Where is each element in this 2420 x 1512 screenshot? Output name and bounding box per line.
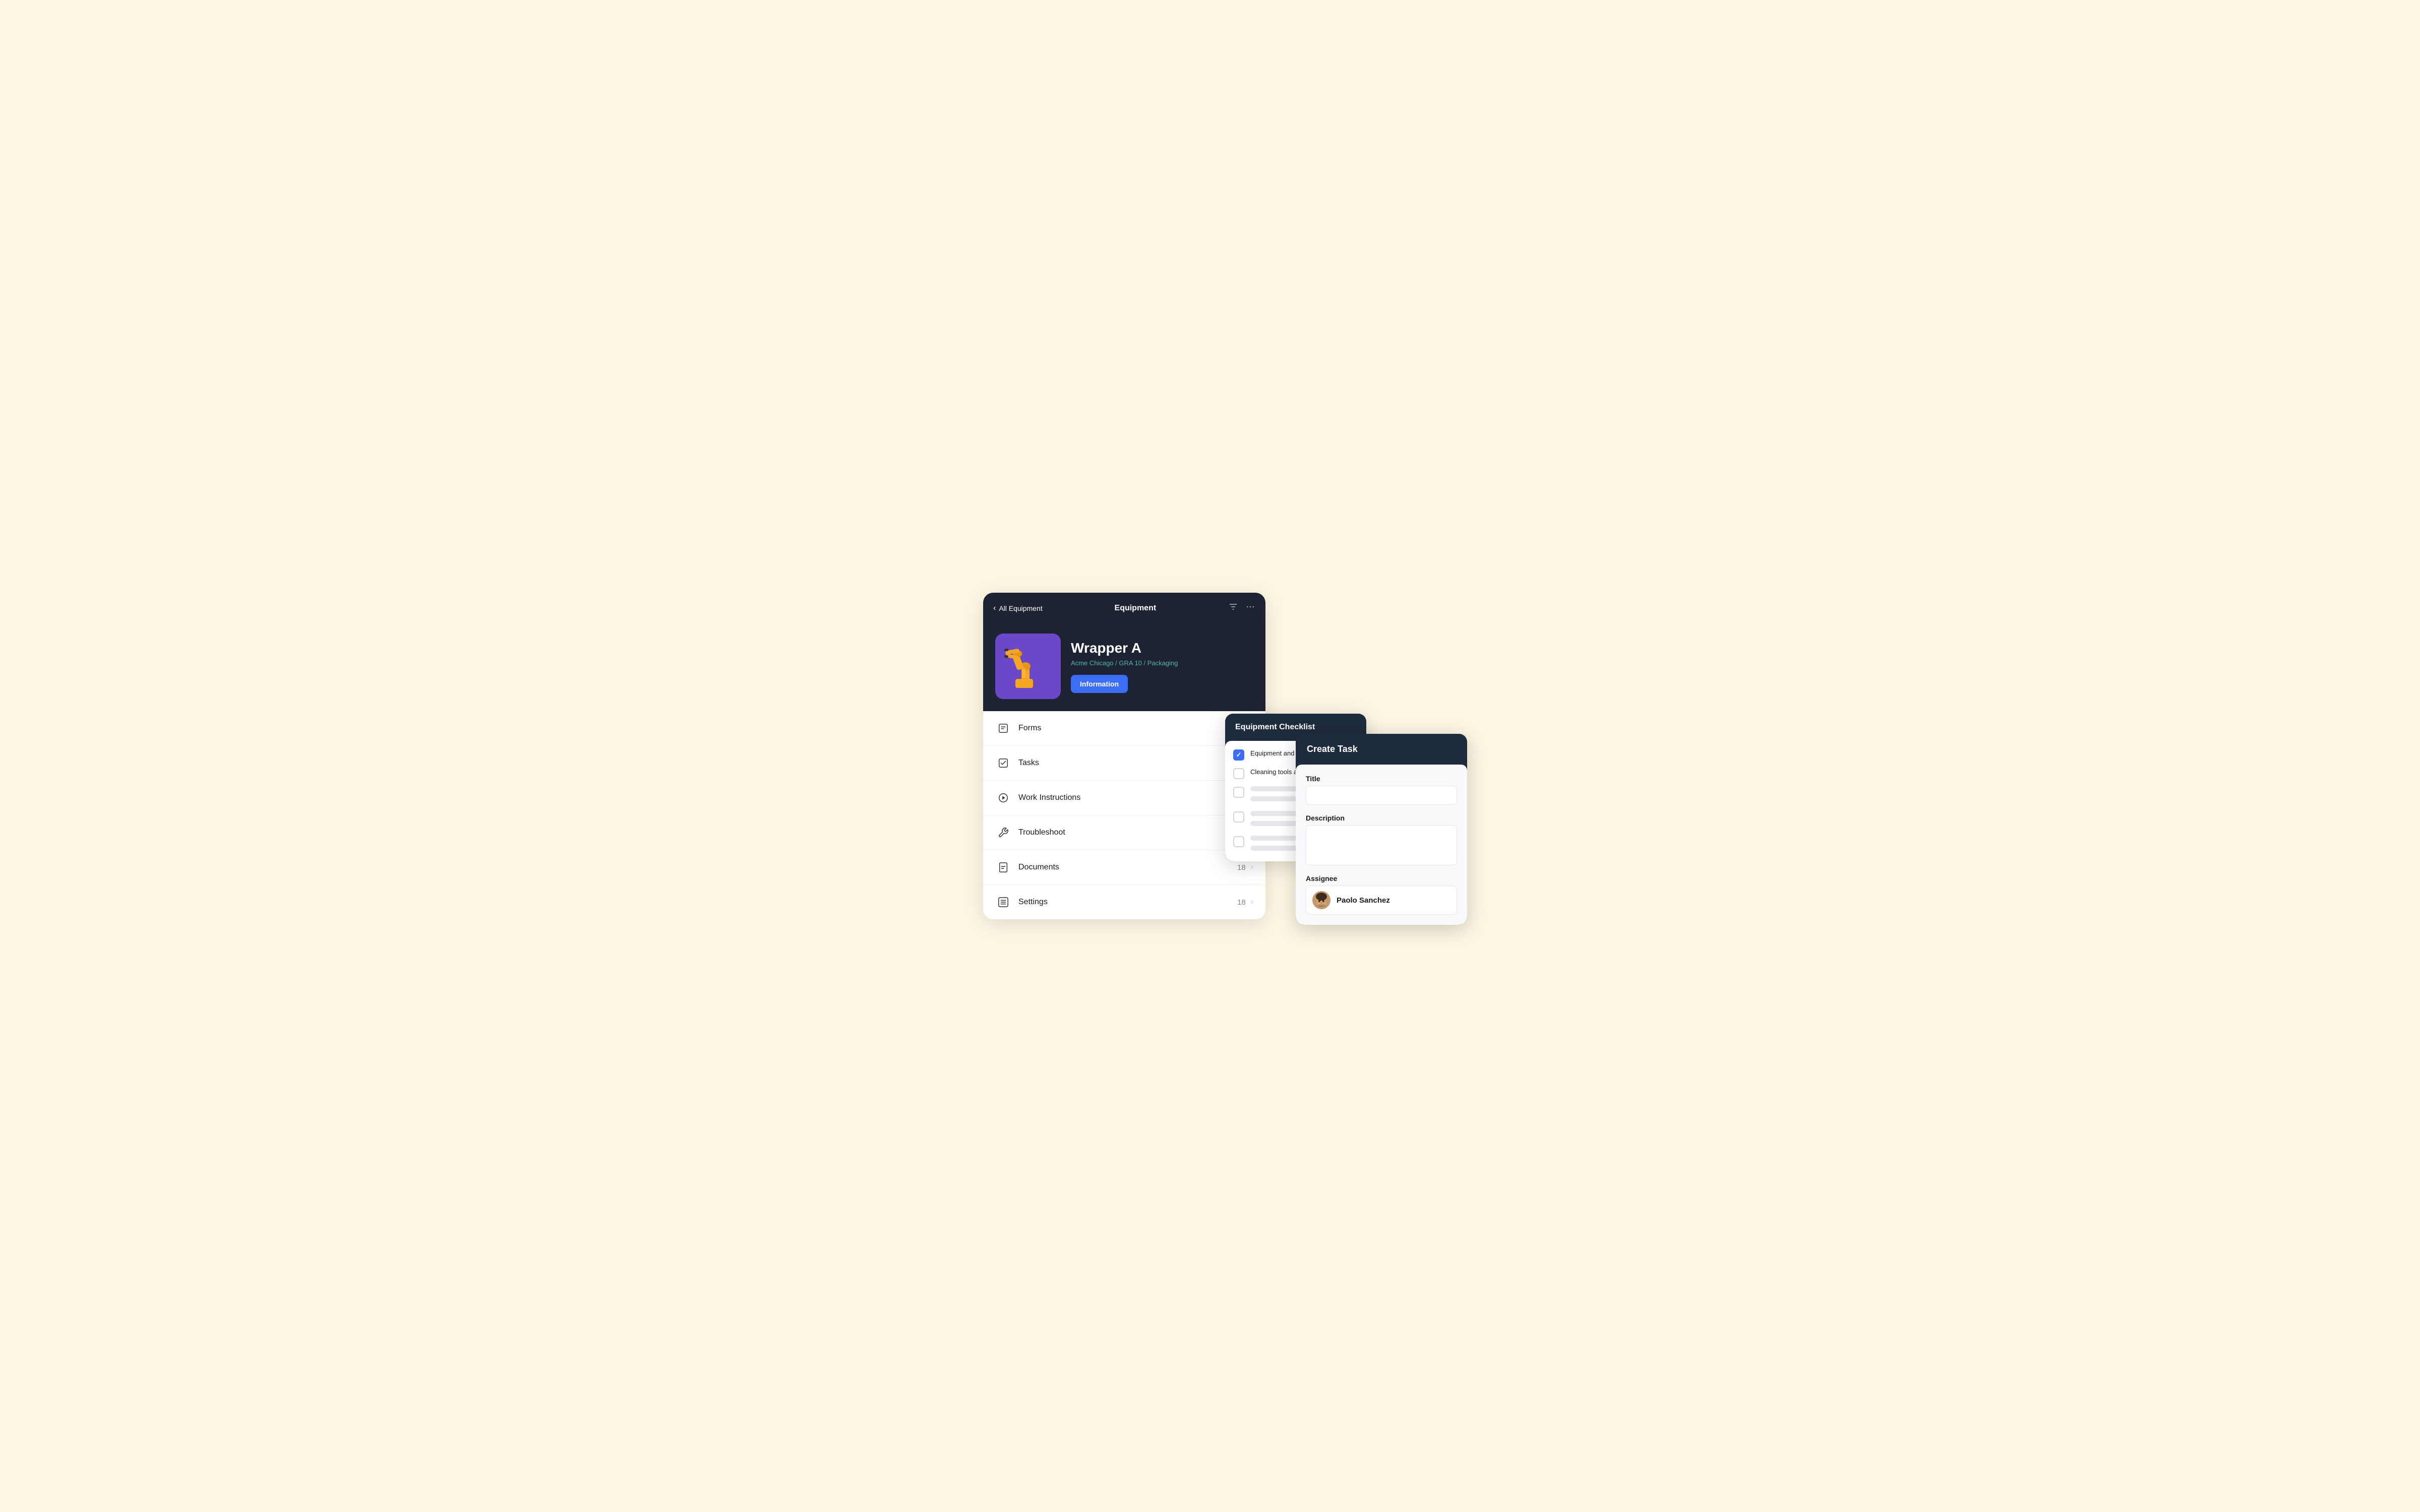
assignee-row[interactable]: Paolo Sanchez [1306, 886, 1457, 915]
documents-count: 18 [1237, 863, 1246, 872]
equipment-hero: Wrapper A Acme Chicago / GRA 10 / Packag… [983, 623, 1265, 711]
work-instructions-label: Work Instructions [1018, 793, 1237, 802]
menu-item-troubleshoot[interactable]: Troubleshoot 15 › [983, 815, 1265, 850]
avatar-image [1312, 891, 1330, 909]
equipment-name: Wrapper A [1071, 640, 1253, 656]
tasks-icon [995, 755, 1011, 771]
documents-label: Documents [1018, 863, 1237, 872]
information-button[interactable]: Information [1071, 675, 1128, 693]
tasks-label: Tasks [1018, 759, 1231, 768]
forms-label: Forms [1018, 724, 1241, 733]
wrench-icon [995, 825, 1011, 841]
menu-item-forms[interactable]: Forms 5 › [983, 711, 1265, 746]
assignee-field: Assignee [1306, 874, 1457, 915]
checkbox-4[interactable] [1233, 811, 1244, 823]
description-textarea[interactable] [1306, 825, 1457, 865]
back-arrow-icon: ‹ [993, 604, 996, 613]
checklist-title: Equipment Checklist [1235, 723, 1315, 731]
robot-arm-illustration [1000, 639, 1056, 694]
settings-count: 18 [1237, 898, 1246, 907]
documents-icon [995, 859, 1011, 875]
filter-icon[interactable] [1228, 602, 1238, 614]
menu-item-settings[interactable]: Settings 18 › [983, 885, 1265, 919]
checkbox-2[interactable] [1233, 768, 1244, 779]
header-title: Equipment [1115, 604, 1157, 613]
assignee-label: Assignee [1306, 874, 1457, 883]
back-label: All Equipment [999, 604, 1042, 612]
more-icon[interactable] [1245, 602, 1255, 614]
header-actions [1228, 602, 1255, 614]
menu-item-tasks[interactable]: Tasks 2 / 7 › [983, 746, 1265, 781]
description-field: Description [1306, 814, 1457, 865]
description-label: Description [1306, 814, 1457, 822]
avatar [1312, 891, 1330, 909]
create-task-title: Create Task [1307, 744, 1358, 754]
checkbox-5[interactable] [1233, 836, 1244, 847]
checkbox-3[interactable] [1233, 787, 1244, 798]
settings-label: Settings [1018, 898, 1237, 907]
back-button[interactable]: ‹ All Equipment [993, 604, 1043, 613]
equipment-card: ‹ All Equipment Equipment [983, 593, 1265, 919]
menu-item-documents[interactable]: Documents 18 › [983, 850, 1265, 885]
equipment-image [995, 634, 1061, 699]
checkmark-1: ✓ [1236, 751, 1242, 759]
play-icon [995, 790, 1011, 806]
settings-icon [995, 894, 1011, 910]
title-input[interactable] [1306, 786, 1457, 805]
title-field: Title [1306, 775, 1457, 805]
create-task-header: Create Task [1296, 734, 1467, 765]
settings-chevron: › [1251, 898, 1253, 907]
create-task-body: Title Description Assignee [1296, 765, 1467, 925]
title-label: Title [1306, 775, 1457, 783]
create-task-panel: Create Task Title Description Assignee [1296, 734, 1467, 925]
troubleshoot-label: Troubleshoot [1018, 828, 1237, 837]
checkbox-1[interactable]: ✓ [1233, 749, 1244, 761]
menu-list: Forms 5 › Tasks 2 / 7 › Work Instruction… [983, 711, 1265, 919]
documents-chevron: › [1251, 863, 1253, 872]
card-header: ‹ All Equipment Equipment [983, 593, 1265, 623]
equipment-info: Wrapper A Acme Chicago / GRA 10 / Packag… [1071, 640, 1253, 693]
forms-icon [995, 720, 1011, 736]
assignee-name: Paolo Sanchez [1337, 896, 1390, 905]
equipment-path: Acme Chicago / GRA 10 / Packaging [1071, 659, 1253, 667]
main-scene: ‹ All Equipment Equipment [983, 593, 1437, 919]
menu-item-work-instructions[interactable]: Work Instructions 26 › [983, 781, 1265, 815]
